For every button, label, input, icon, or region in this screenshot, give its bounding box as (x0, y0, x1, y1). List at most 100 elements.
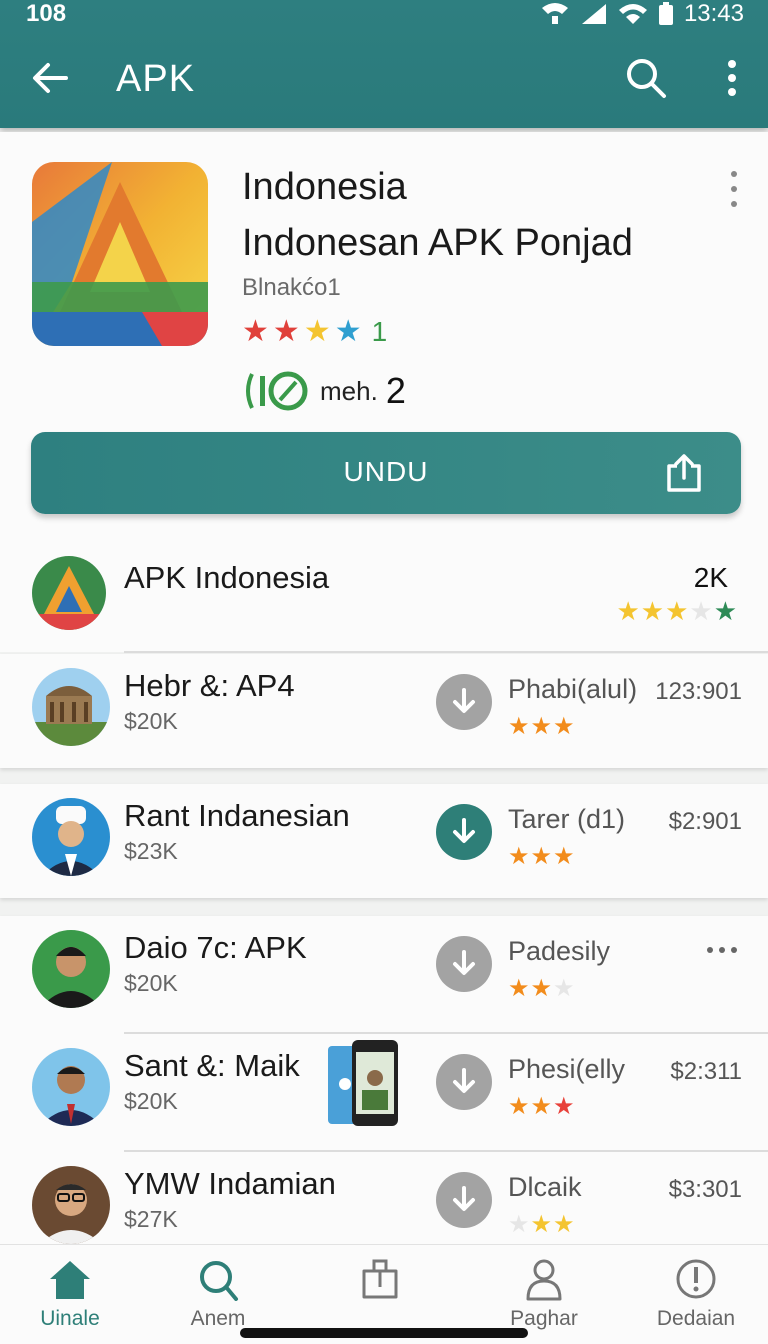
developer-name[interactable]: Blnakćo1 (242, 274, 341, 302)
download-item-button[interactable] (436, 1172, 492, 1228)
back-arrow-icon[interactable] (26, 54, 74, 102)
search-icon[interactable] (622, 54, 670, 102)
app-more-icon[interactable] (722, 168, 746, 210)
share-icon[interactable] (663, 452, 705, 494)
star-icon: ★ (640, 596, 666, 626)
featured-app-row[interactable]: APK Indonesia 2K ★★★★★ (0, 540, 768, 652)
item-price: $20K (124, 708, 178, 734)
network-icon (541, 3, 568, 24)
star-icon: ★ (689, 596, 714, 626)
home-indicator[interactable] (240, 1328, 528, 1338)
item-title: Hebr &: AP4 (124, 668, 295, 703)
star-icon: ★★ (508, 1093, 554, 1120)
app-logo (32, 162, 208, 346)
item-price: $27K (124, 1206, 178, 1232)
avatar (32, 1166, 110, 1244)
featured-app-count: 2K (693, 562, 728, 593)
item-price: $23K (124, 838, 178, 864)
featured-app-title: APK Indonesia (124, 560, 330, 595)
download-item-button[interactable] (436, 674, 492, 730)
nav-item-info[interactable]: Dedaian (636, 1257, 756, 1341)
phone-image (328, 1040, 398, 1126)
star-icon: ★ (616, 596, 641, 626)
download-icon (453, 1186, 475, 1211)
info-icon (676, 1259, 716, 1299)
item-category: Phesi(elly (508, 1054, 626, 1084)
item-rating: ★★★ (508, 974, 576, 1003)
item-number: 123:901 (655, 678, 742, 705)
status-icons: 13:43 (540, 0, 744, 28)
person-icon (526, 1259, 562, 1301)
item-price: $20K (124, 1088, 178, 1114)
avatar (32, 668, 110, 746)
nav-label: Uinale (40, 1307, 100, 1330)
list-card: Daio 7c: APK $20K Padesily ★★★ Sant &: M… (0, 916, 768, 1246)
item-title: Rant Indanesian (124, 798, 350, 833)
item-rating: ★★★ (508, 1210, 576, 1239)
list-card: Hebr &: AP4 $20K Phabi(alul) ★★★ 123:901 (0, 654, 768, 768)
status-bar: 108 13:43 (0, 0, 768, 28)
list-item[interactable]: Daio 7c: APK $20K Padesily ★★★ (0, 916, 768, 1032)
item-category: Tarer (d1) (508, 804, 626, 834)
more-horiz-icon[interactable] (704, 944, 740, 956)
star-icon: ★ (508, 1211, 531, 1238)
item-title: Sant &: Maik (124, 1048, 300, 1083)
more-vert-icon[interactable] (712, 54, 752, 102)
item-category: Phabi(alul) (508, 674, 638, 704)
item-rating: ★★★ (508, 842, 576, 871)
item-rating: ★★★ (508, 1092, 576, 1121)
download-icon (453, 950, 475, 975)
item-title: YMW Indamian (124, 1166, 336, 1201)
star-icon: ★ (553, 1093, 576, 1120)
item-category: Dlcaik (508, 1172, 582, 1202)
item-number: $2:901 (668, 808, 742, 835)
download-item-button[interactable] (436, 1054, 492, 1110)
app-rating: ★ ★ ★ ★ 1 (242, 314, 387, 349)
app-bar: APK (0, 40, 768, 120)
app-meta: meh. 2 (242, 368, 406, 414)
star-icon: ★ (242, 315, 269, 348)
search-icon (200, 1261, 238, 1301)
featured-rating: ★★★★★ (616, 596, 738, 627)
badge-icon (246, 371, 308, 411)
divider (124, 651, 768, 653)
page-title: APK (116, 58, 196, 100)
star-icon: ★ (334, 315, 362, 348)
download-item-button[interactable] (436, 936, 492, 992)
star-icon: ★ (272, 315, 300, 348)
star-icon: ★★★ (508, 713, 576, 740)
item-rating: ★★★ (508, 712, 576, 741)
battery-icon (658, 2, 673, 25)
item-title: Daio 7c: APK (124, 930, 307, 965)
list-item[interactable]: Hebr &: AP4 $20K Phabi(alul) ★★★ 123:901 (0, 654, 768, 770)
item-category: Padesily (508, 936, 611, 966)
wifi-icon (618, 4, 647, 24)
item-number: $3:301 (668, 1176, 742, 1203)
signal-icon (581, 4, 606, 24)
apps-icon (362, 1259, 398, 1299)
download-item-button[interactable] (436, 804, 492, 860)
star-icon: ★ (553, 975, 576, 1002)
avatar (32, 1048, 110, 1126)
download-button-label: UNDU (343, 456, 429, 487)
star-icon: ★★ (508, 975, 554, 1002)
star-icon: ★ (665, 596, 690, 626)
download-icon (453, 1068, 475, 1093)
featured-app-icon (32, 556, 106, 630)
home-icon (50, 1261, 90, 1299)
nav-label: Dedaian (656, 1307, 736, 1330)
list-card: Rant Indanesian $23K Tarer (d1) ★★★ $2:9… (0, 784, 768, 898)
download-icon (453, 818, 475, 843)
star-icon: ★★★ (508, 843, 576, 870)
download-button[interactable]: UNDU (31, 432, 741, 514)
star-icon: ★★ (530, 1211, 576, 1238)
top-app-bar: 108 13:43 APK (0, 0, 768, 128)
nav-item-home[interactable]: Uinale (10, 1257, 130, 1341)
star-icon: ★ (303, 315, 331, 348)
app-name-line1: Indonesia (242, 166, 407, 208)
list-item[interactable]: Sant &: Maik $20K Phesi(elly ★★★ $2:311 (0, 1034, 768, 1150)
item-number: $2:311 (670, 1058, 742, 1085)
download-icon (453, 688, 475, 713)
list-item[interactable]: Rant Indanesian $23K Tarer (d1) ★★★ $2:9… (0, 784, 768, 900)
app-header-card: Indonesia Indonesan APK Ponjad Blnakćo1 … (0, 132, 768, 540)
